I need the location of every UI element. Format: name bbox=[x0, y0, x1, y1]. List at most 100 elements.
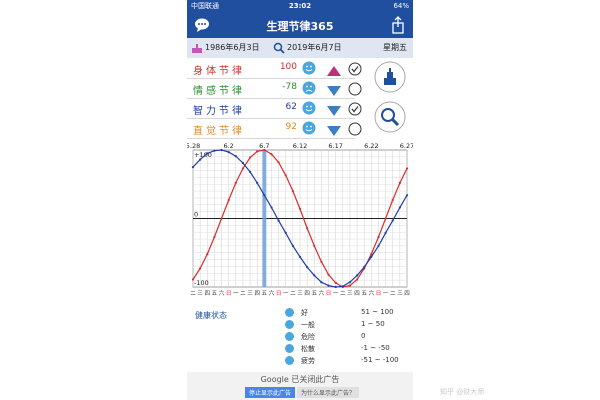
data-point bbox=[356, 278, 359, 281]
face-icon bbox=[285, 344, 294, 353]
rhythm-value: 62 bbox=[285, 102, 297, 112]
data-point bbox=[306, 227, 309, 230]
face-icon bbox=[285, 308, 294, 317]
data-point bbox=[320, 260, 323, 263]
data-point bbox=[227, 151, 230, 154]
data-point bbox=[348, 281, 351, 284]
weekday-label: 四 bbox=[254, 290, 260, 297]
weekday-label: 三 bbox=[197, 290, 203, 297]
weekday-label: 五 bbox=[212, 290, 218, 297]
weekday-label: 星期五 bbox=[383, 43, 407, 52]
x-tick-label: 6.12 bbox=[293, 142, 307, 150]
data-point bbox=[298, 207, 302, 210]
why-ad-button[interactable]: 为什么显示此广告？ bbox=[297, 387, 360, 398]
face-icon bbox=[285, 356, 294, 365]
data-point bbox=[370, 255, 373, 258]
trend-down-icon bbox=[326, 122, 342, 136]
date-row: 1986年6月3日 2019年6月7日 星期五 bbox=[187, 38, 413, 58]
data-point bbox=[213, 149, 216, 152]
legend-range: 1 ~ 50 bbox=[361, 320, 385, 328]
data-point bbox=[377, 235, 380, 239]
data-point bbox=[277, 219, 280, 222]
data-point bbox=[291, 244, 294, 247]
data-point bbox=[284, 231, 287, 234]
data-point bbox=[227, 198, 230, 202]
rhythm-row-intellectual: 智力节律 62 bbox=[187, 98, 362, 119]
weekday-label: 二 bbox=[290, 291, 296, 297]
weekday-label: 五 bbox=[262, 290, 268, 297]
x-tick-label: 5.28 bbox=[187, 142, 200, 150]
legend-range: 0 bbox=[361, 332, 366, 340]
data-point bbox=[377, 244, 380, 247]
data-point bbox=[334, 285, 337, 289]
data-point bbox=[341, 285, 344, 288]
data-point bbox=[270, 206, 273, 209]
rhythm-row-emotional: 情感节律 -78 bbox=[187, 78, 362, 99]
checkbox-unchecked[interactable] bbox=[348, 81, 362, 96]
legend-name: 松散 bbox=[301, 345, 315, 353]
weekday-label: 二 bbox=[390, 291, 396, 297]
data-point bbox=[405, 167, 409, 170]
rhythm-list: 身体节律 100 情感节律 -78 智力节律 62 直觉节律 92 bbox=[187, 58, 413, 139]
data-point bbox=[291, 190, 294, 193]
x-tick-label: 6.27 bbox=[400, 142, 413, 150]
weekday-label: 三 bbox=[297, 290, 303, 297]
weekday-label: 五 bbox=[312, 290, 318, 297]
data-point bbox=[263, 194, 266, 197]
smile-icon bbox=[302, 100, 316, 115]
biorhythm-chart: 5.28 6.2 6.7 6.12 6.17 6.22 6.27 +1000-100 二三四… bbox=[187, 142, 413, 297]
rhythm-value: 92 bbox=[285, 122, 297, 132]
today-marker bbox=[262, 150, 267, 287]
weekday-label: 一 bbox=[333, 291, 339, 297]
data-point bbox=[384, 231, 387, 234]
data-point bbox=[320, 281, 323, 284]
data-point bbox=[363, 266, 366, 269]
rhythm-value: -78 bbox=[282, 82, 297, 92]
rhythm-value: 100 bbox=[279, 62, 297, 72]
stop-ad-button[interactable]: 停止显示此广告 bbox=[245, 387, 296, 398]
weekday-label: 四 bbox=[205, 290, 211, 297]
share-icon[interactable] bbox=[389, 16, 407, 34]
checkbox-unchecked[interactable] bbox=[348, 121, 362, 136]
data-point bbox=[220, 217, 223, 220]
weekday-label: 六 bbox=[219, 289, 225, 297]
rhythm-label: 直觉节律 bbox=[193, 126, 245, 137]
legend-name: 疲劳 bbox=[301, 357, 315, 365]
ad-banner: Google 已关闭此广告 停止显示此广告 为什么显示此广告？ bbox=[187, 372, 413, 400]
birth-date[interactable]: 1986年6月3日 bbox=[205, 38, 260, 58]
ad-closed-text: Google 已关闭此广告 bbox=[260, 375, 340, 384]
data-point bbox=[284, 174, 287, 177]
weekday-label: 三 bbox=[347, 290, 353, 297]
legend-item: 危险 0 bbox=[285, 332, 413, 342]
legend-range: -1 ~ -50 bbox=[361, 344, 390, 352]
legend-item: 好 51 ~ 100 bbox=[285, 308, 413, 318]
data-point bbox=[234, 181, 237, 184]
data-point bbox=[384, 217, 387, 220]
legend-range: 51 ~ 100 bbox=[361, 308, 394, 316]
data-point bbox=[241, 161, 244, 165]
face-icon bbox=[285, 320, 294, 329]
face-icon bbox=[285, 332, 294, 341]
checkbox-checked[interactable] bbox=[348, 61, 362, 76]
data-point bbox=[263, 148, 266, 152]
status-bar: 中国联通 23:02 64% bbox=[187, 0, 413, 12]
title-bar: 生理节律365 bbox=[187, 12, 413, 38]
weekday-label: 二 bbox=[240, 291, 246, 297]
legend-item: 一般 1 ~ 50 bbox=[285, 320, 413, 330]
data-point bbox=[313, 274, 316, 277]
search-date-button[interactable] bbox=[374, 101, 406, 133]
weekday-label: 六 bbox=[269, 289, 275, 297]
data-point bbox=[306, 266, 309, 269]
legend-title: 健康状态 bbox=[195, 311, 227, 320]
checkbox-checked[interactable] bbox=[348, 101, 362, 116]
data-point bbox=[191, 278, 195, 281]
weekday-label: 六 bbox=[369, 289, 375, 297]
y-tick-label: -100 bbox=[194, 279, 209, 287]
x-tick-label: 6.7 bbox=[259, 142, 269, 150]
query-date[interactable]: 2019年6月7日 bbox=[287, 38, 342, 58]
trend-down-icon bbox=[326, 102, 342, 116]
data-point bbox=[249, 156, 252, 159]
weekday-label: 日 bbox=[276, 290, 282, 297]
today-button[interactable] bbox=[374, 61, 406, 93]
data-point bbox=[327, 284, 330, 287]
